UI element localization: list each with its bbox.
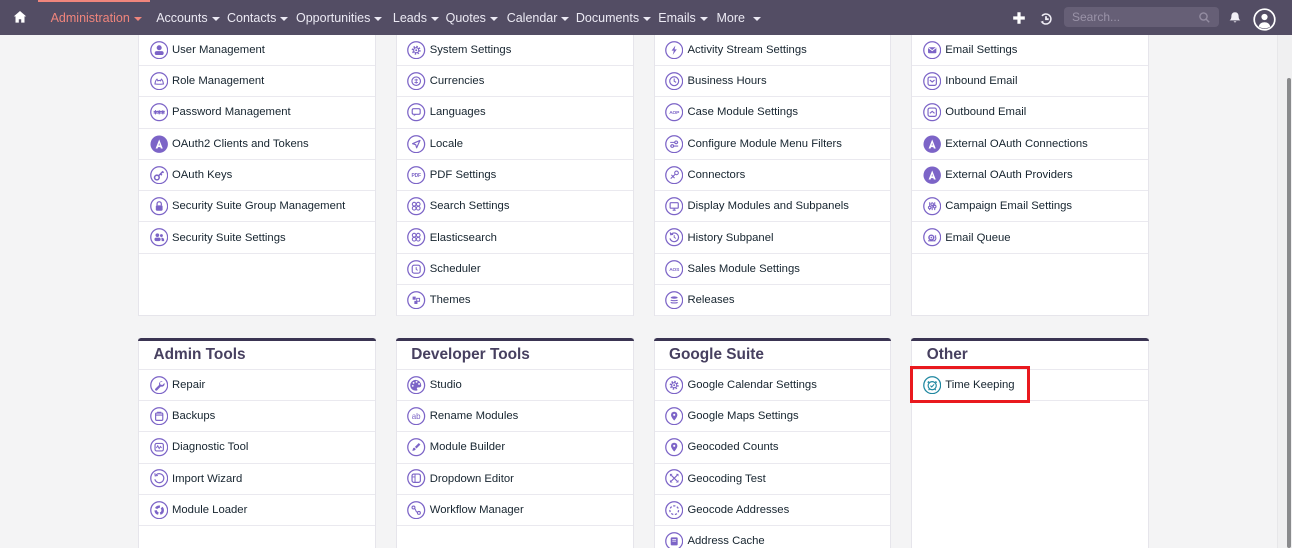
- svg-text:AOS: AOS: [669, 267, 680, 273]
- svg-text:ab: ab: [412, 412, 421, 421]
- svg-text:AOP: AOP: [669, 110, 680, 116]
- svg-text:PDF: PDF: [412, 173, 422, 179]
